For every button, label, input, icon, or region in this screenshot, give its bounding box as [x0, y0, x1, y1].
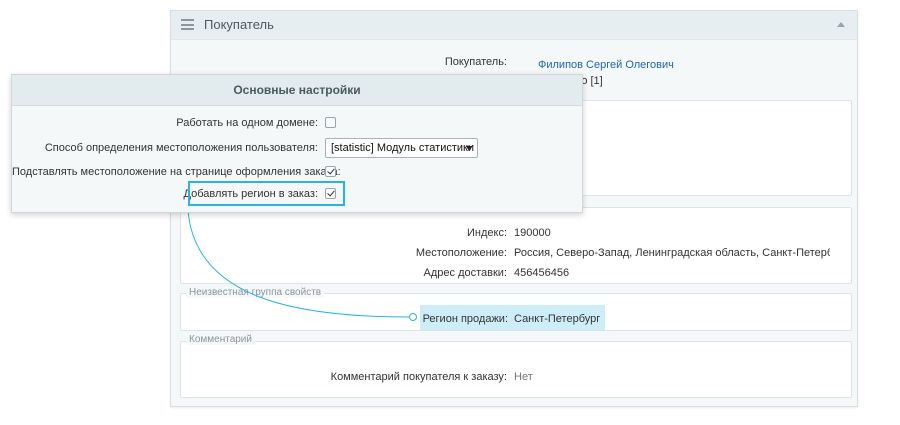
region-label: Регион продажи:: [422, 313, 508, 325]
buyer-label: Покупатель:: [444, 56, 507, 68]
address-value: 456456456: [514, 267, 570, 279]
comment-value: Нет: [514, 371, 533, 383]
add-region-highlight: [188, 181, 345, 206]
location-value: Россия, Северо-Запад, Ленинградская обла…: [514, 247, 830, 259]
substitute-location-checkbox[interactable]: [325, 166, 336, 177]
location-method-selected: [statistic] Модуль статистики: [331, 142, 474, 154]
comment-box: [180, 341, 852, 398]
address-label: Адрес доставки:: [423, 267, 507, 279]
location-method-select[interactable]: [statistic] Модуль статистики: [325, 138, 478, 158]
index-value: 190000: [514, 227, 551, 239]
location-method-label: Способ определения местоположения пользо…: [44, 142, 318, 154]
substitute-location-label: Подставлять местоположение на странице о…: [12, 166, 341, 178]
location-label: Местоположение:: [415, 247, 507, 259]
settings-popup-title: Основные настройки: [12, 75, 582, 106]
hamburger-icon[interactable]: [181, 19, 194, 30]
buyer-panel-header: Покупатель: [171, 11, 857, 40]
comment-legend: Комментарий: [186, 334, 255, 345]
single-domain-label: Работать на одном домене:: [176, 117, 318, 129]
dropdown-arrow-icon: [466, 146, 472, 151]
buyer-panel-title: Покупатель: [204, 17, 274, 32]
region-value: Санкт-Петербург: [514, 313, 601, 325]
comment-label: Комментарий покупателя к заказу:: [330, 371, 507, 383]
collapse-arrow-icon[interactable]: [837, 22, 845, 27]
unknown-group-legend: Неизвестная группа свойств: [186, 287, 325, 298]
single-domain-checkbox[interactable]: [325, 117, 336, 128]
settings-popup: Основные настройки Работать на одном дом…: [11, 74, 583, 213]
index-label: Индекс:: [466, 227, 507, 239]
buyer-name-link[interactable]: Филипов Сергей Олегович: [538, 59, 674, 71]
